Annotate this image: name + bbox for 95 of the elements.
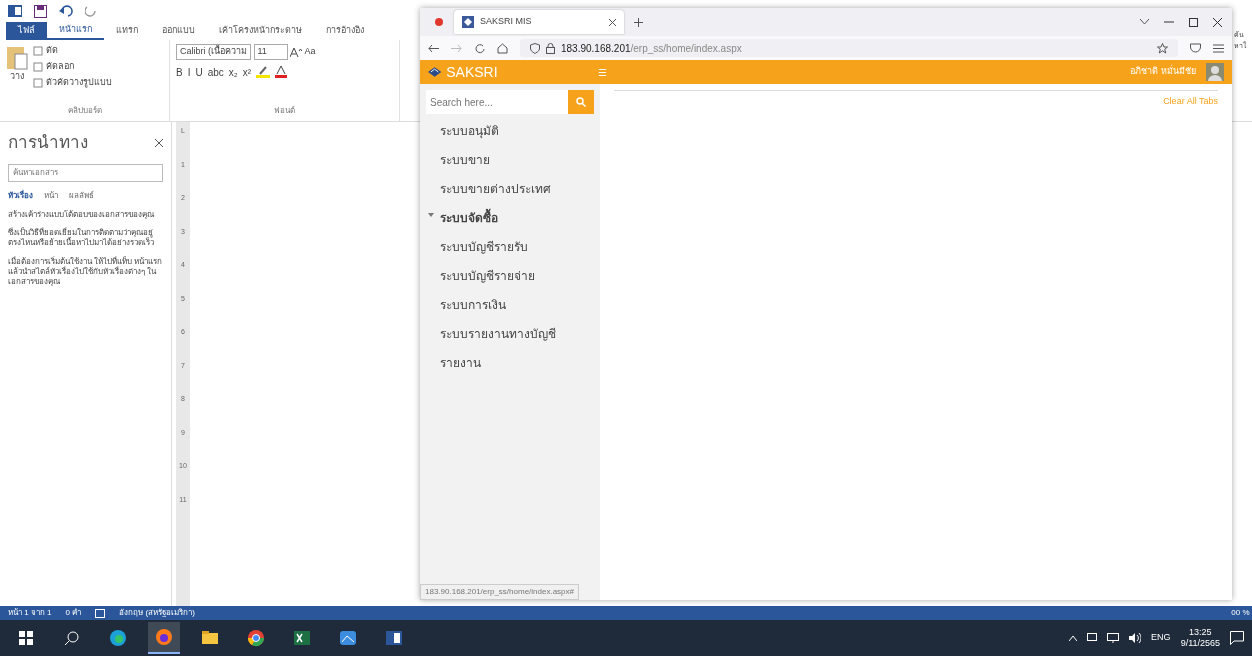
menu-item[interactable]: ระบบขายต่างประเทศ xyxy=(426,174,594,204)
language-label: อังกฤษ (สหรัฐอเมริกา) xyxy=(119,607,195,619)
grow-font-icon xyxy=(290,46,302,57)
status-url: 183.90.168.201/erp_ss/home/index.aspx# xyxy=(420,584,579,600)
star-icon[interactable] xyxy=(1157,42,1168,54)
close-icon[interactable] xyxy=(155,138,163,147)
font-name-field[interactable]: Calibri (เนื้อความ xyxy=(176,44,251,60)
lock-icon xyxy=(546,42,555,54)
menu-item[interactable]: ระบบรายงานทางบัญชี xyxy=(426,319,594,349)
font-size-field[interactable]: 11 xyxy=(253,44,288,60)
input-language[interactable]: ENG xyxy=(1151,631,1171,645)
close-icon[interactable] xyxy=(609,18,616,26)
format-button[interactable]: abc xyxy=(207,64,224,80)
ribbon-tab[interactable]: แทรก xyxy=(104,22,150,40)
reload-icon[interactable] xyxy=(474,42,485,54)
highlight-icon[interactable] xyxy=(256,66,271,78)
site-icon xyxy=(462,16,474,28)
change-case-button[interactable]: Aa xyxy=(304,45,316,59)
format-button[interactable]: x² xyxy=(242,64,252,80)
search-icon xyxy=(576,97,586,107)
proofing-icon xyxy=(95,608,106,618)
group-label: ฟอนต์ xyxy=(273,105,296,117)
zoom-level: 00 % xyxy=(1231,607,1251,619)
group-label: คลิปบอร์ด xyxy=(66,105,103,117)
menu-item[interactable]: ระบบบัญชีรายรับ xyxy=(426,232,594,262)
pocket-icon[interactable] xyxy=(1190,43,1201,53)
help-text: สร้างเค้าร่างแบบโต้ตอบของเอกสารของคุณ xyxy=(8,209,155,220)
chevron-down-icon[interactable] xyxy=(1140,19,1149,25)
menu-icon[interactable] xyxy=(1213,43,1224,53)
format-button[interactable]: B xyxy=(176,64,183,80)
menu-item[interactable]: ระบบขาย xyxy=(426,145,594,175)
browser-icon xyxy=(247,629,265,647)
format-button[interactable]: U xyxy=(195,64,203,80)
save-icon[interactable] xyxy=(34,4,47,18)
shield-icon xyxy=(530,42,540,54)
ribbon-tab[interactable]: การอ้างอิง xyxy=(314,22,376,40)
browser-icon xyxy=(109,629,127,647)
menu-item[interactable]: ระบบการเงิน xyxy=(426,290,594,320)
menu-item[interactable]: รายงาน xyxy=(426,348,594,378)
clipboard-icon[interactable] xyxy=(6,44,28,70)
notification-icon[interactable] xyxy=(1230,631,1244,645)
brand-name: SAKSRI xyxy=(446,62,499,82)
format-painter-button[interactable]: ตัวคัดวางรูปแบบ xyxy=(45,76,112,90)
cut-button[interactable]: ตัด xyxy=(45,44,58,58)
search-icon xyxy=(65,631,79,645)
device-icon[interactable] xyxy=(1087,633,1098,643)
ribbon-tab[interactable]: หน้าแรก xyxy=(47,22,104,40)
menu-item[interactable]: ระบบจัดซื้อ xyxy=(426,203,594,233)
windows-icon xyxy=(19,631,33,645)
caret-icon xyxy=(428,212,434,217)
ribbon-tab[interactable]: เค้าโครงหน้ากระดาษ xyxy=(207,22,314,40)
clock[interactable]: 13:25 9/11/2565 xyxy=(1180,627,1220,649)
url-text: 183.90.168.201/erp_ss/home/index.aspx xyxy=(561,41,742,56)
ribbon-tab[interactable]: ไฟล์ xyxy=(6,22,47,40)
pane-tab[interactable]: หน้า xyxy=(44,189,64,202)
address-bar[interactable]: 183.90.168.201/erp_ss/home/index.aspx xyxy=(520,39,1178,57)
menu-item[interactable]: ระบบบัญชีรายจ่าย xyxy=(426,261,594,291)
new-tab-icon[interactable] xyxy=(634,17,643,27)
photo-app-icon xyxy=(339,629,357,647)
home-icon[interactable] xyxy=(497,42,508,54)
word-app-icon xyxy=(8,4,22,18)
clock-date: 9/11/2565 xyxy=(1180,638,1220,649)
undo-icon[interactable] xyxy=(59,5,73,17)
spreadsheet-icon xyxy=(293,629,311,647)
pane-tab[interactable]: ผลลัพธ์ xyxy=(69,189,100,202)
copy-button[interactable]: คัดลอก xyxy=(45,60,74,74)
folder-icon xyxy=(201,629,219,647)
chevron-up-icon[interactable] xyxy=(1069,635,1078,641)
redo-icon[interactable] xyxy=(85,5,97,17)
network-icon[interactable] xyxy=(1107,633,1120,643)
browser-icon xyxy=(155,628,173,646)
logo-icon xyxy=(428,67,442,77)
help-text: เมื่อต้องการเริ่มต้นใช้งาน ให้ไปที่แท็บ หน้าแรก แล้วนำสไตล์หัวเรื่องไปใช้กับหัวเรื่องต่างๆ ในเอกสารของคุณ xyxy=(8,256,163,288)
format-button[interactable]: x₂ xyxy=(228,64,238,80)
search-field[interactable]: ค้นหาเอกสาร xyxy=(8,163,163,182)
font-color-icon[interactable] xyxy=(275,66,288,78)
maximize-icon[interactable] xyxy=(1189,17,1198,27)
document-icon xyxy=(385,629,403,647)
pane-tab[interactable]: หัวเรื่อง xyxy=(8,189,39,202)
avatar-icon xyxy=(1206,63,1224,81)
format-button[interactable]: I xyxy=(187,64,191,80)
menu-item[interactable]: ระบบอนุมัติ xyxy=(426,116,594,146)
search-field[interactable]: Search here... xyxy=(426,90,568,114)
paste-label[interactable]: วาง xyxy=(10,70,24,84)
page-count: หน้า 1 จาก 1 xyxy=(8,607,52,619)
pane-title: การนำทาง xyxy=(8,132,88,154)
close-icon[interactable] xyxy=(1213,17,1222,27)
help-text: ซึ่งเป็นวิธีที่ยอดเยี่ยมในการติดตามว่าคุณอยู่ตรงไหนหรือย้ายเนื้อหาไปมาได้อย่างรวดเร็ว xyxy=(8,227,155,249)
speaker-icon[interactable] xyxy=(1129,633,1142,643)
clock-time: 13:25 xyxy=(1189,627,1212,638)
back-icon[interactable] xyxy=(428,43,439,53)
tab-title: SAKSRI MIS xyxy=(480,15,533,29)
word-count: 0 คำ xyxy=(65,607,82,619)
browser-tab[interactable]: SAKSRI MIS xyxy=(454,10,624,34)
ribbon-tab[interactable]: ออกแบบ xyxy=(150,22,207,40)
